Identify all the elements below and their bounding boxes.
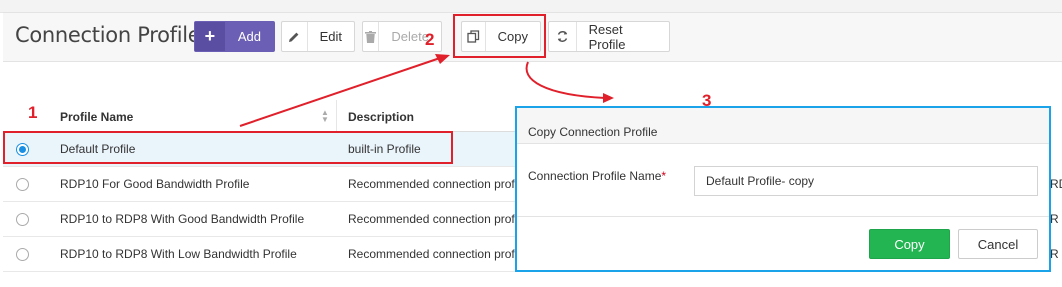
arrow-step2-to-step3 bbox=[525, 61, 606, 99]
arrowhead-step3 bbox=[603, 93, 614, 103]
arrow-step1-to-step2 bbox=[239, 57, 441, 127]
annotation-arrows bbox=[239, 54, 614, 127]
